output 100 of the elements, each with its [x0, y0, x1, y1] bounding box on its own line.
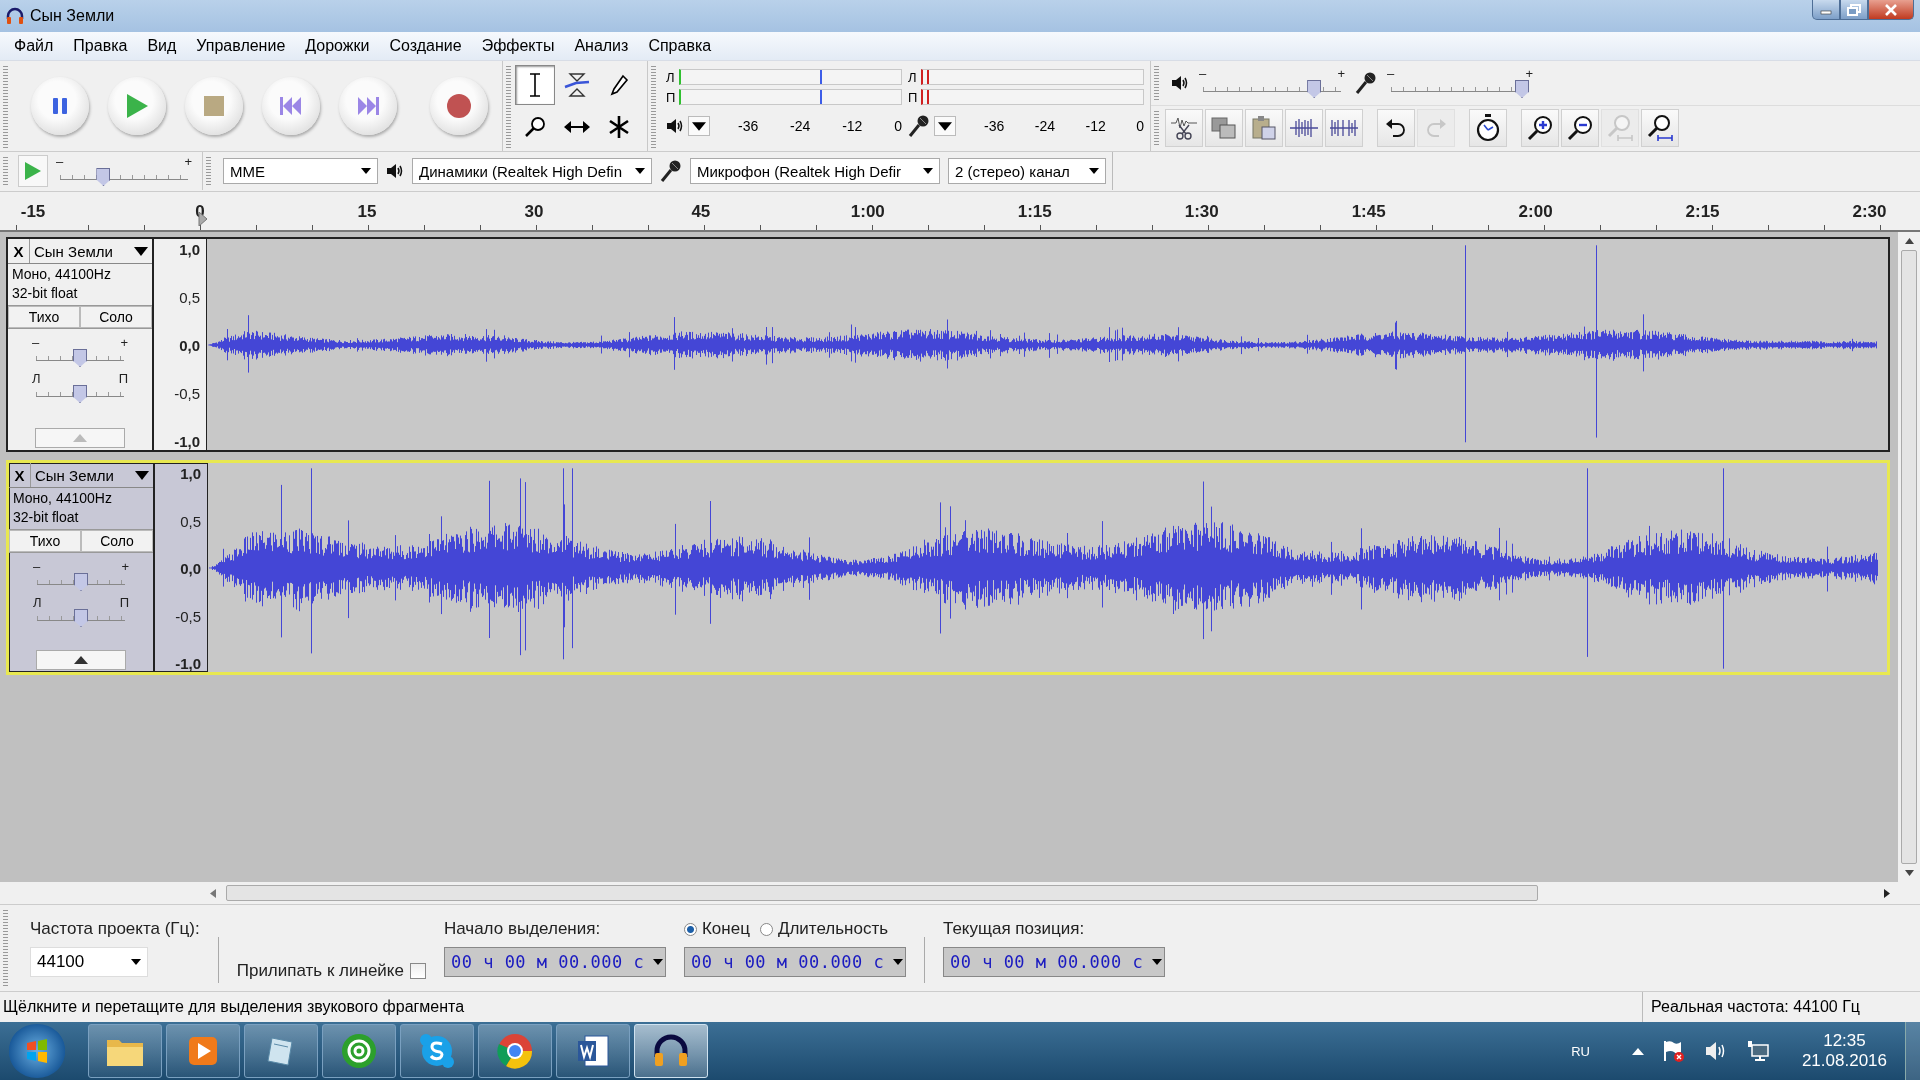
ruler-label: 45	[691, 202, 711, 222]
maximize-button[interactable]	[1840, 0, 1868, 20]
ruler-label: 15	[357, 202, 377, 222]
minimize-button[interactable]	[1812, 0, 1840, 20]
slider-thumb[interactable]	[73, 385, 87, 403]
scale-label: 1,0	[180, 465, 201, 482]
scroll-up-icon[interactable]	[1904, 238, 1914, 244]
selection-tool[interactable]	[515, 65, 555, 105]
taskbar-app-button[interactable]	[322, 1024, 396, 1078]
slider-thumb[interactable]	[1307, 80, 1322, 98]
radio-button[interactable]	[759, 922, 773, 936]
skip-end-button[interactable]	[339, 77, 397, 135]
radio-option[interactable]: Конец	[683, 919, 750, 939]
menu-item[interactable]: Анализ	[564, 34, 639, 58]
network-icon[interactable]	[1745, 1039, 1770, 1063]
radio-button[interactable]	[683, 922, 697, 936]
slider-thumb[interactable]	[74, 573, 88, 591]
sync-lock-button[interactable]	[1469, 109, 1507, 147]
channel-label: Л	[666, 69, 676, 85]
paste-button[interactable]	[1245, 109, 1283, 147]
track-close-button[interactable]: X	[8, 239, 30, 263]
window-title: Сын Земли	[30, 7, 116, 25]
meter-tick: 0	[1136, 118, 1144, 134]
channel-label: П	[666, 89, 676, 105]
slider-max-label: +	[121, 561, 129, 573]
scroll-down-icon[interactable]	[1904, 870, 1914, 876]
record-button[interactable]	[430, 77, 488, 135]
trim-silence-button[interactable]	[1285, 109, 1323, 147]
time-field[interactable]: 00 ч 00 м 00.000 с	[443, 947, 666, 977]
track-name-menu[interactable]: Сын Земли	[30, 239, 152, 263]
meter-tick: -36	[738, 118, 759, 134]
track-name-menu[interactable]: Сын Земли	[31, 463, 153, 487]
dropdown-arrow-icon	[1089, 168, 1099, 174]
audio-track[interactable]: X Сын Земли Моно, 44100Hz 32-bit float Тихо Соло – + Л П 1,0 0,5 0,0 -0,5 -1,0	[6, 460, 1890, 675]
scroll-left-icon[interactable]	[210, 888, 216, 898]
chat-bubble-icon	[418, 1032, 456, 1070]
menu-item[interactable]: Справка	[638, 34, 722, 58]
project-rate-dropdown[interactable]: 44100	[30, 947, 148, 977]
dropdown-arrow-icon	[692, 121, 706, 131]
show-hidden-icons-icon[interactable]	[1631, 1047, 1644, 1055]
triangle-up-icon	[73, 434, 87, 442]
pause-button[interactable]	[31, 77, 89, 135]
channel-label: Л	[908, 69, 918, 85]
redo-icon	[1425, 118, 1447, 138]
scroll-right-icon[interactable]	[1884, 888, 1890, 898]
host-dropdown[interactable]: MME	[223, 158, 378, 184]
taskbar-app-button[interactable]	[244, 1024, 318, 1078]
dropdown-arrow-icon	[923, 168, 933, 174]
ruler-label: 1:30	[1184, 202, 1219, 222]
play-button[interactable]	[108, 77, 166, 135]
slider-thumb[interactable]	[96, 168, 111, 186]
speaker-icon	[386, 163, 404, 179]
copy-button[interactable]	[1205, 109, 1243, 147]
meter-menu-button[interactable]	[934, 116, 956, 136]
play-at-speed-button[interactable]	[18, 155, 48, 187]
record-icon	[446, 93, 472, 119]
fit-project-button[interactable]	[1641, 109, 1679, 147]
time-field[interactable]: 00 ч 00 м 00.000 с	[683, 947, 906, 977]
zoom-out-button[interactable]	[1561, 109, 1599, 147]
ruler-label: 30	[524, 202, 544, 222]
channels-dropdown[interactable]: 2 (стерео) канал	[948, 158, 1106, 184]
taskbar-app-button[interactable]	[400, 1024, 474, 1078]
output-device-dropdown[interactable]: Динамики (Realtek High Defin	[412, 158, 652, 184]
menu-item[interactable]: Вид	[137, 34, 187, 58]
pencil-icon	[609, 74, 629, 96]
slider-thumb[interactable]	[1515, 80, 1529, 98]
zoom-in-button[interactable]	[1521, 109, 1559, 147]
slider-thumb[interactable]	[74, 609, 88, 627]
track-close-button[interactable]: X	[9, 463, 31, 487]
skip-start-button[interactable]	[262, 77, 320, 135]
solo-button[interactable]: Соло	[81, 530, 153, 552]
taskbar-app-button[interactable]	[166, 1024, 240, 1078]
input-device-dropdown[interactable]: Микрофон (Realtek High Defir	[690, 158, 940, 184]
ruler-label: 2:00	[1518, 202, 1553, 222]
menu-item[interactable]: Создание	[379, 34, 472, 58]
menu-item[interactable]: Дорожки	[295, 34, 380, 58]
menu-item[interactable]: Файл	[4, 34, 64, 58]
show-desktop-button[interactable]	[1905, 1022, 1920, 1080]
time-field[interactable]: 00 ч 00 м 00.000 с	[942, 947, 1165, 977]
taskbar-app-button[interactable]	[556, 1024, 630, 1078]
skip-to-end-icon	[357, 97, 379, 115]
mute-button[interactable]: Тихо	[9, 530, 81, 552]
collapse-button[interactable]	[36, 650, 126, 670]
language-indicator[interactable]: RU	[1571, 1043, 1590, 1059]
menu-item[interactable]: Управление	[186, 34, 296, 58]
meter-menu-button[interactable]	[688, 116, 710, 136]
audio-track[interactable]: X Сын Земли Моно, 44100Hz 32-bit float Тихо Соло – + Л П 1,0 0,5 0,0 -0,5 -1,0	[6, 237, 1890, 452]
menu-item[interactable]: Правка	[63, 34, 138, 58]
slider-thumb[interactable]	[73, 349, 87, 367]
vertical-scrollbar[interactable]	[1898, 232, 1920, 882]
menu-item[interactable]: Эффекты	[471, 34, 565, 58]
solo-button[interactable]: Соло	[80, 306, 152, 328]
close-button[interactable]	[1868, 0, 1914, 20]
mute-button[interactable]: Тихо	[8, 306, 80, 328]
snap-checkbox[interactable]	[409, 963, 426, 979]
undo-button[interactable]	[1377, 109, 1415, 147]
track-info: Моно, 44100Hz	[12, 266, 112, 282]
silence-button[interactable]	[1325, 109, 1363, 147]
flag-with-error-icon[interactable]	[1661, 1039, 1686, 1063]
trim-button[interactable]	[1165, 109, 1203, 147]
